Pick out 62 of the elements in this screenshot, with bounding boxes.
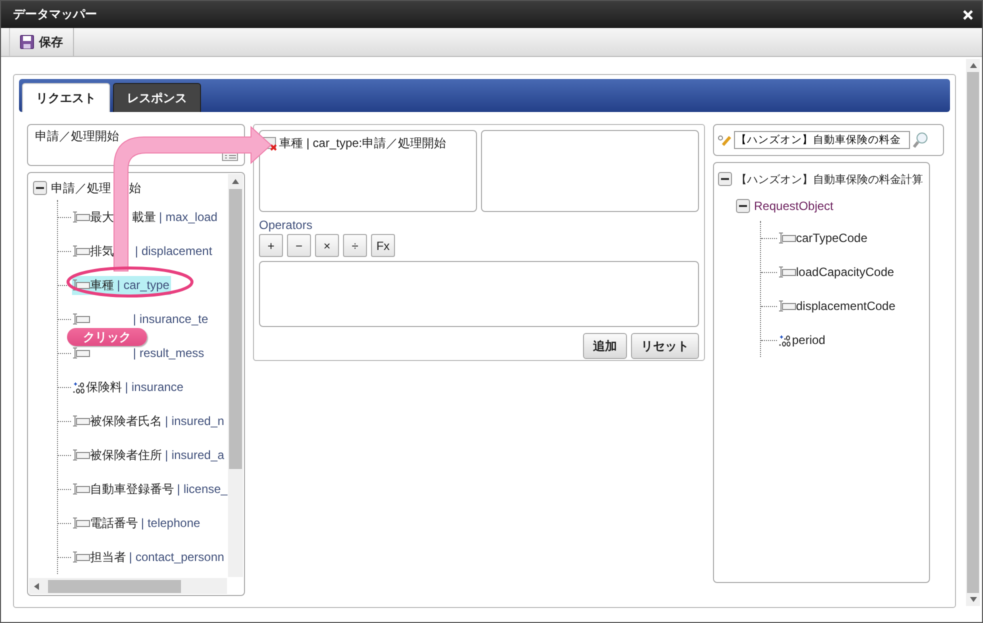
operator-button[interactable]: Fx bbox=[371, 234, 395, 257]
tree-item[interactable]: 被保険者住所 | insured_a bbox=[72, 446, 226, 464]
action-button[interactable]: リセット bbox=[631, 333, 699, 359]
tree-item[interactable]: loadCapacityCode bbox=[796, 265, 894, 279]
tree-item[interactable]: 電話番号 | telephone bbox=[72, 514, 202, 532]
tree-item[interactable]: | result_mess bbox=[130, 345, 206, 361]
collapse-icon[interactable] bbox=[718, 172, 732, 186]
tree-item[interactable]: period bbox=[792, 333, 826, 347]
tree-item[interactable]: 被保険者氏名 | insured_n bbox=[72, 412, 226, 430]
tree-item[interactable]: 排気 | displacement bbox=[72, 242, 214, 260]
field-icon bbox=[778, 266, 796, 278]
field-icon bbox=[72, 313, 90, 325]
collapse-icon[interactable] bbox=[33, 181, 47, 195]
tab[interactable]: リクエスト bbox=[22, 83, 110, 112]
number-icon bbox=[72, 380, 86, 394]
field-icon bbox=[72, 415, 90, 427]
tab[interactable]: レスポンス bbox=[113, 83, 201, 112]
window-title: データマッパー bbox=[13, 6, 97, 23]
tree-item[interactable]: 最大 載量 | max_load bbox=[72, 208, 220, 226]
field-icon bbox=[72, 551, 90, 563]
tree-item[interactable]: 保険料 | insurance bbox=[72, 378, 186, 396]
field-icon bbox=[72, 211, 90, 223]
tree-node[interactable]: 【ハンズオン】自動車保険の料金計算 bbox=[736, 172, 923, 186]
field-icon bbox=[72, 245, 90, 257]
tree-item[interactable]: | insurance_te bbox=[130, 311, 210, 327]
vertical-scrollbar[interactable] bbox=[228, 174, 243, 577]
operator-button[interactable]: + bbox=[259, 234, 283, 257]
field-icon bbox=[72, 517, 90, 529]
tree-node[interactable]: 申請／処理 始 bbox=[51, 180, 141, 196]
mapped-field: 車種 | car_type:申請／処理開始 bbox=[279, 135, 446, 152]
field-icon bbox=[72, 279, 90, 291]
pencil-icon bbox=[718, 133, 732, 147]
field-icon bbox=[778, 232, 796, 244]
search-field[interactable]: 【ハンズオン】自動車保険の料金 bbox=[734, 131, 910, 149]
scroll-up-icon[interactable] bbox=[232, 178, 239, 185]
operator-button[interactable]: − bbox=[287, 234, 311, 257]
close-icon[interactable] bbox=[963, 10, 973, 20]
operator-button[interactable]: × bbox=[315, 234, 339, 257]
field-icon bbox=[72, 483, 90, 495]
expression-field[interactable] bbox=[259, 261, 699, 327]
tree-item[interactable]: 担当者 | contact_personn bbox=[72, 548, 226, 566]
page-scrollbar[interactable] bbox=[966, 59, 980, 606]
tree-item[interactable]: displacementCode bbox=[796, 299, 896, 313]
action-button[interactable]: 追加 bbox=[583, 333, 627, 359]
operators-label: Operators bbox=[259, 218, 314, 232]
tree-item[interactable]: 自動車登録番号 | license_ bbox=[72, 480, 230, 498]
field-icon bbox=[72, 347, 90, 359]
click-callout: クリック bbox=[67, 328, 147, 346]
scroll-up-icon[interactable] bbox=[970, 62, 976, 69]
field-icon bbox=[778, 300, 796, 312]
tree-node[interactable]: RequestObject bbox=[754, 199, 834, 213]
field-icon bbox=[72, 449, 90, 461]
operator-button[interactable]: ÷ bbox=[343, 234, 367, 257]
scroll-left-icon[interactable] bbox=[33, 582, 40, 590]
scroll-down-icon[interactable] bbox=[970, 596, 976, 603]
save-button[interactable]: 保存 bbox=[9, 28, 74, 56]
number-icon bbox=[778, 334, 792, 346]
tree-item[interactable]: 車種 | car_type bbox=[72, 276, 172, 294]
horizontal-scrollbar[interactable] bbox=[29, 578, 227, 594]
collapse-icon[interactable] bbox=[736, 199, 750, 213]
search-icon[interactable] bbox=[912, 131, 930, 149]
tree-item[interactable]: carTypeCode bbox=[796, 231, 868, 245]
